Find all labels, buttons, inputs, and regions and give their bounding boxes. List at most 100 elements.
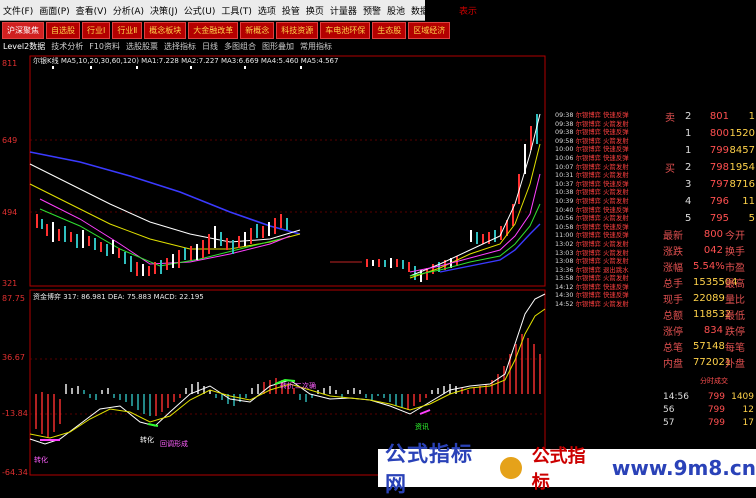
tick-title[interactable]: 分时成交 bbox=[700, 376, 728, 386]
logo-icon bbox=[500, 457, 522, 479]
menu-options[interactable]: 选项 bbox=[255, 4, 279, 17]
sector-button[interactable]: 自选股 bbox=[46, 21, 80, 39]
signal-row[interactable]: 10:40 尔银博弈 快速反弹 bbox=[555, 206, 665, 215]
sector-button[interactable]: 科技资源 bbox=[276, 21, 319, 39]
tab-multi[interactable]: 多图组合 bbox=[221, 41, 259, 52]
tab-overlay[interactable]: 图形叠加 bbox=[259, 41, 297, 52]
menu-tools[interactable]: 工具(T) bbox=[218, 4, 255, 17]
signal-row[interactable]: 09:38 尔银博弈 快速反弹 bbox=[555, 128, 665, 137]
menu-show[interactable]: 表示 bbox=[456, 4, 480, 17]
sector-button[interactable]: 区域经济 bbox=[408, 21, 451, 39]
menu-page[interactable]: 换页 bbox=[303, 4, 327, 17]
menu-file[interactable]: 文件(F) bbox=[0, 4, 36, 17]
tab-daily[interactable]: 日线 bbox=[199, 41, 221, 52]
tab-level2[interactable]: Level2数据 bbox=[0, 41, 48, 52]
sector-button[interactable]: 生态股 bbox=[372, 21, 407, 39]
signal-row[interactable]: 14:52 尔银博弈 火箭发射 bbox=[555, 300, 665, 309]
signal-text: 尔银博弈 快速反弹 bbox=[575, 111, 629, 119]
menu-bar: 文件(F) 画面(P) 查看(V) 分析(A) 决策(J) 公式(U) 工具(T… bbox=[0, 0, 477, 21]
menu-meter[interactable]: 计量器 bbox=[327, 4, 360, 17]
dea-line bbox=[29, 308, 546, 439]
stat-label: 最高 bbox=[725, 278, 745, 290]
signal-text: 尔银博弈 火箭发射 bbox=[575, 248, 629, 257]
axis-label: 321 bbox=[2, 279, 17, 288]
axis-label: 494 bbox=[2, 208, 17, 217]
menu-pool[interactable]: 股池 bbox=[384, 4, 408, 17]
ma-line-white bbox=[29, 163, 301, 243]
signal-row[interactable]: 13:03 尔银博弈 火箭发射 bbox=[555, 249, 665, 258]
order-row[interactable]: 3 797 8716 bbox=[665, 176, 756, 193]
signal-row[interactable]: 10:56 尔银博弈 火箭发射 bbox=[555, 214, 665, 223]
tab-tech[interactable]: 技术分析 bbox=[48, 41, 86, 52]
order-row[interactable]: 5 795 5 bbox=[665, 210, 756, 227]
stat-label: 涨停 bbox=[663, 326, 683, 338]
sector-button[interactable]: 车电池环保 bbox=[320, 21, 371, 39]
stat-row: 总笔 57148 每笔 bbox=[663, 338, 756, 354]
sector-button[interactable]: 新概念 bbox=[240, 21, 275, 39]
signal-text: 尔银博弈 火箭发射 bbox=[575, 188, 629, 197]
signal-row[interactable]: 10:39 尔银博弈 火箭发射 bbox=[555, 197, 665, 206]
signal-text: 尔银博弈 火箭发射 bbox=[575, 214, 629, 223]
sector-button[interactable]: 行业Ⅱ bbox=[112, 21, 143, 39]
menu-data[interactable]: 数据 bbox=[408, 4, 432, 17]
order-row[interactable]: 卖 2 801 1 bbox=[665, 108, 756, 125]
tab-common[interactable]: 常用指标 bbox=[297, 41, 335, 52]
order-row[interactable]: 4 796 11 bbox=[665, 193, 756, 210]
tick-cell: 14:56 bbox=[663, 391, 689, 402]
signal-row[interactable]: 10:38 尔银博弈 火箭发射 bbox=[555, 188, 665, 197]
stat-value: 5.54% bbox=[693, 260, 725, 272]
menu-invest[interactable]: 投管 bbox=[279, 4, 303, 17]
order-cell: 3 bbox=[685, 179, 692, 190]
order-cell: 1 bbox=[685, 145, 692, 156]
signal-row[interactable]: 09:38 尔银博弈 火箭发射 bbox=[555, 120, 665, 129]
stat-label: 换手 bbox=[725, 246, 745, 258]
kline-chart[interactable]: 811 649 494 321 87.75 36.67 -13.84 -64.3… bbox=[0, 54, 550, 477]
signal-row[interactable]: 10:00 尔银博弈 快速反弹 bbox=[555, 145, 665, 154]
tab-f10[interactable]: F10资料 bbox=[86, 41, 123, 52]
signal-row[interactable]: 10:07 尔银博弈 火箭发射 bbox=[555, 163, 665, 172]
sector-toolbar: 沪深聚焦 自选股 行业Ⅰ 行业Ⅱ 概念板块 大金融改革 新概念 科技资源 车电池… bbox=[0, 21, 451, 39]
signal-row[interactable]: 11:00 尔银博弈 快速反弹 bbox=[555, 231, 665, 240]
tick-cell: 57 bbox=[663, 417, 675, 428]
order-cell: 11 bbox=[742, 196, 755, 207]
sector-button[interactable]: 大金融改革 bbox=[188, 21, 239, 39]
menu-view[interactable]: 画面(P) bbox=[36, 4, 72, 17]
menu-look[interactable]: 查看(V) bbox=[73, 4, 110, 17]
signal-time: 10:58 bbox=[555, 222, 576, 231]
sector-button[interactable]: 行业Ⅰ bbox=[82, 21, 111, 39]
signal-time: 09:38 bbox=[555, 119, 576, 128]
signal-row[interactable]: 10:06 尔银博弈 快速反弹 bbox=[555, 154, 665, 163]
order-row[interactable]: 买 2 798 1954 bbox=[665, 159, 756, 176]
menu-decision[interactable]: 决策(J) bbox=[147, 4, 181, 17]
tab-select-indicator[interactable]: 选择指标 bbox=[161, 41, 199, 52]
stat-label: 量比 bbox=[725, 294, 745, 306]
signal-text: 尔银博弈 快速反弹 bbox=[575, 282, 629, 291]
order-row[interactable]: 1 800 1520 bbox=[665, 125, 756, 142]
stat-value: 118532 bbox=[693, 308, 732, 320]
signal-row[interactable]: 13:36 尔银博弈 退出跳水 bbox=[555, 266, 665, 275]
signal-row[interactable]: 14:30 尔银博弈 快速反弹 bbox=[555, 291, 665, 300]
order-cell: 798 bbox=[709, 162, 729, 173]
axis-label: -13.84 bbox=[2, 409, 28, 418]
signal-row[interactable]: 13:02 尔银博弈 火箭发射 bbox=[555, 240, 665, 249]
menu-download[interactable]: 下载 bbox=[432, 4, 456, 17]
signal-text: 尔银博弈 快速反弹 bbox=[575, 153, 629, 162]
sector-button[interactable]: 沪深聚焦 bbox=[2, 21, 44, 39]
order-cell: 801 bbox=[709, 111, 729, 122]
signal-row[interactable]: 13:58 尔银博弈 火箭发射 bbox=[555, 274, 665, 283]
signal-text: 尔银博弈 火箭发射 bbox=[575, 136, 629, 145]
order-row[interactable]: 1 799 8457 bbox=[665, 142, 756, 159]
stat-label: 现手 bbox=[663, 294, 683, 306]
signal-row[interactable]: 09:38 尔银博弈 快速反弹 bbox=[555, 111, 665, 120]
stat-label: 总手 bbox=[663, 278, 683, 290]
sector-button[interactable]: 概念板块 bbox=[144, 21, 187, 39]
menu-formula[interactable]: 公式(U) bbox=[181, 4, 219, 17]
signal-row[interactable]: 10:31 尔银博弈 火箭发射 bbox=[555, 171, 665, 180]
menu-alert[interactable]: 预警 bbox=[360, 4, 384, 17]
signal-row[interactable]: 13:08 尔银博弈 火箭发射 bbox=[555, 257, 665, 266]
stat-value: 042 bbox=[703, 244, 723, 256]
menu-analysis[interactable]: 分析(A) bbox=[110, 4, 147, 17]
tab-select-stock[interactable]: 选股股票 bbox=[123, 41, 161, 52]
order-cell: 800 bbox=[709, 128, 729, 139]
stat-value: 22089 bbox=[693, 292, 725, 304]
